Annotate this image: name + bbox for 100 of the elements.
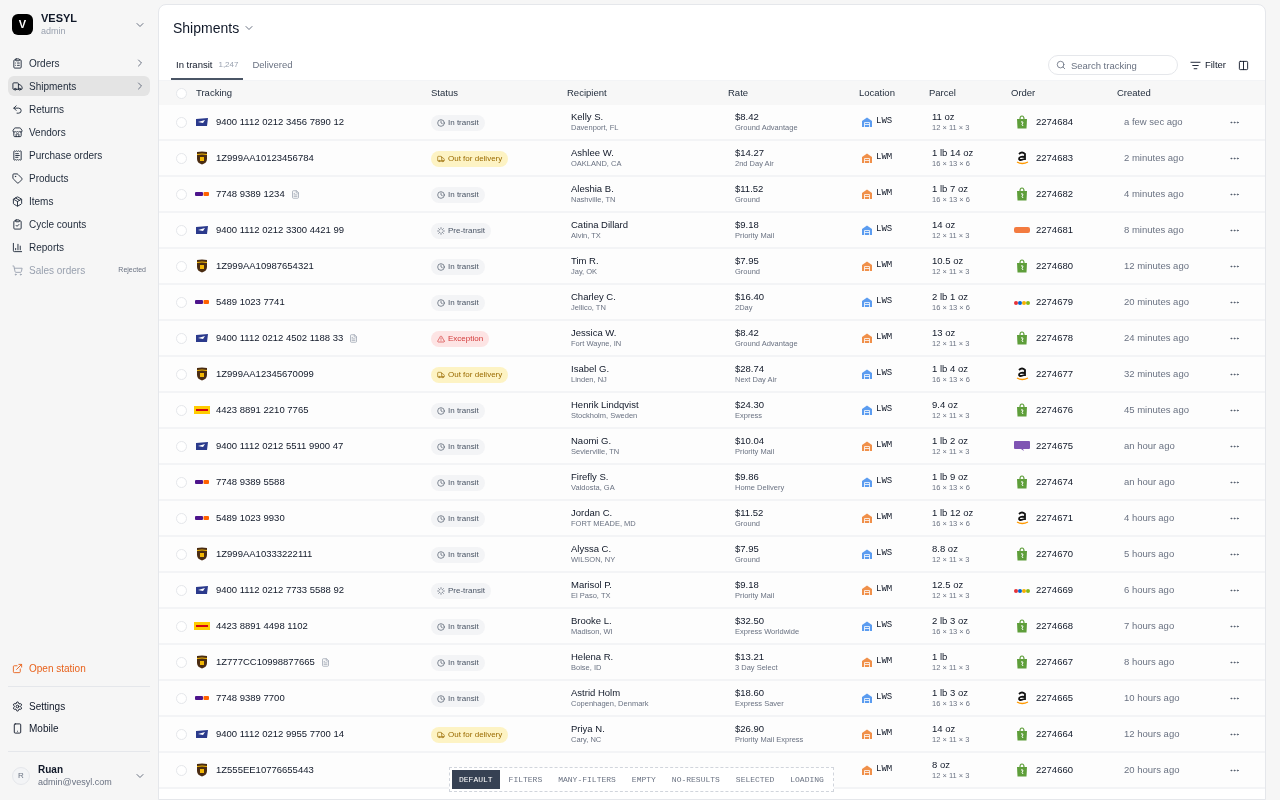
state-option[interactable]: FILTERS bbox=[501, 770, 550, 789]
tracking-number[interactable]: 9400 1112 0212 9955 7700 14 bbox=[216, 726, 345, 742]
row-checkbox[interactable] bbox=[175, 512, 187, 524]
state-option[interactable]: LOADING bbox=[783, 770, 831, 789]
nav-item[interactable]: Orders bbox=[8, 53, 150, 73]
tracking-number[interactable]: 1Z999AA10987654321 bbox=[216, 258, 314, 274]
row-checkbox[interactable] bbox=[175, 728, 187, 740]
row-checkbox[interactable] bbox=[175, 188, 187, 200]
tracking-number[interactable]: 4423 8891 2210 7765 bbox=[216, 402, 309, 418]
order-number[interactable]: 2274677 bbox=[1036, 366, 1073, 382]
row-checkbox[interactable] bbox=[175, 116, 187, 128]
row-checkbox[interactable] bbox=[175, 332, 187, 344]
order-number[interactable]: 2274671 bbox=[1036, 510, 1073, 526]
nav-item[interactable]: Settings bbox=[8, 695, 150, 718]
rate-amount: $13.21 bbox=[735, 651, 766, 664]
tracking-number[interactable]: 1Z999AA12345670099 bbox=[216, 366, 314, 382]
row-checkbox[interactable] bbox=[175, 476, 187, 488]
row-checkbox[interactable] bbox=[175, 368, 187, 380]
tracking-number[interactable]: 5489 1023 7741 bbox=[216, 294, 285, 310]
columns-icon[interactable] bbox=[1238, 59, 1249, 71]
location-code: LWM bbox=[876, 511, 893, 525]
order-number[interactable]: 2274668 bbox=[1036, 618, 1073, 634]
order-number[interactable]: 2274678 bbox=[1036, 330, 1073, 346]
row-checkbox[interactable] bbox=[175, 404, 187, 416]
tracking-number[interactable]: 4423 8891 4498 1102 bbox=[216, 618, 308, 634]
state-option[interactable]: NO-RESULTS bbox=[664, 770, 727, 789]
tracking-number[interactable]: 1Z999AA10123456784 bbox=[216, 150, 314, 166]
rate-amount: $26.90 bbox=[735, 723, 766, 736]
document-icon[interactable] bbox=[320, 657, 330, 667]
nav-item[interactable]: Returns bbox=[8, 99, 150, 119]
order-number[interactable]: 2274682 bbox=[1036, 186, 1073, 202]
tracking-number[interactable]: 1Z555EE10776655443 bbox=[216, 762, 314, 778]
parcel-weight: 14 oz bbox=[932, 219, 957, 232]
order-number[interactable]: 2274681 bbox=[1036, 222, 1073, 238]
row-checkbox[interactable] bbox=[175, 548, 187, 560]
shield-logo-icon bbox=[196, 151, 208, 165]
row-checkbox[interactable] bbox=[175, 692, 187, 704]
tracking-number[interactable]: 5489 1023 9930 bbox=[216, 510, 285, 526]
order-number[interactable]: 2274669 bbox=[1036, 582, 1073, 598]
tracking-number[interactable]: 9400 1112 0212 4502 1188 33 bbox=[216, 330, 344, 346]
tracking-number[interactable]: 9400 1112 0212 3456 7890 12 bbox=[216, 114, 345, 130]
state-option[interactable]: DEFAULT bbox=[452, 770, 500, 789]
shopping-bag-icon bbox=[1016, 187, 1028, 201]
order-number[interactable]: 2274683 bbox=[1036, 150, 1073, 166]
document-icon[interactable] bbox=[290, 189, 300, 199]
state-option[interactable]: SELECTED bbox=[728, 770, 782, 789]
order-number[interactable]: 2274665 bbox=[1036, 690, 1073, 706]
nav-item[interactable]: Mobile bbox=[8, 717, 150, 740]
document-icon[interactable] bbox=[349, 333, 359, 343]
tracking-number[interactable]: 9400 1112 0212 3300 4421 99 bbox=[216, 222, 345, 238]
carrier-logo-icon bbox=[195, 515, 209, 521]
row-checkbox[interactable] bbox=[175, 224, 187, 236]
nav-item[interactable]: Items bbox=[8, 191, 150, 211]
location-code: LWS bbox=[876, 403, 893, 417]
state-option[interactable]: MANY-FILTERS bbox=[551, 770, 623, 789]
nav-item[interactable]: Purchase orders bbox=[8, 145, 150, 165]
row-checkbox[interactable] bbox=[175, 152, 187, 164]
tracking-number[interactable]: 7748 9389 5588 bbox=[216, 474, 285, 490]
order-number[interactable]: 2274674 bbox=[1036, 474, 1073, 490]
order-number[interactable]: 2274670 bbox=[1036, 546, 1073, 562]
tracking-number[interactable]: 1Z777CC10998877665 bbox=[216, 654, 315, 670]
row-checkbox[interactable] bbox=[175, 620, 187, 632]
nav-item[interactable]: Cycle counts bbox=[8, 214, 150, 234]
row-checkbox[interactable] bbox=[175, 296, 187, 308]
nav-item[interactable]: Shipments bbox=[8, 76, 150, 96]
shield-logo-icon bbox=[196, 367, 208, 381]
select-all-checkbox[interactable] bbox=[175, 87, 187, 99]
status-badge: Out for delivery bbox=[431, 727, 509, 743]
order-number[interactable]: 2274660 bbox=[1036, 762, 1073, 778]
row-checkbox[interactable] bbox=[175, 764, 187, 776]
recipient-name: Kelly S. bbox=[571, 111, 605, 124]
nav-item[interactable]: Vendors bbox=[8, 122, 150, 142]
parcel-weight: 8 oz bbox=[932, 759, 951, 772]
row-checkbox[interactable] bbox=[175, 440, 187, 452]
state-option[interactable]: EMPTY bbox=[624, 770, 663, 789]
order-number[interactable]: 2274679 bbox=[1036, 294, 1073, 310]
order-number[interactable]: 2274680 bbox=[1036, 258, 1073, 274]
location-code: LWM bbox=[876, 187, 893, 201]
tab[interactable]: Delivered bbox=[247, 57, 298, 80]
nav-item[interactable]: Reports bbox=[8, 237, 150, 257]
row-checkbox[interactable] bbox=[175, 260, 187, 272]
parcel-weight: 14 oz bbox=[932, 723, 957, 736]
tracking-number[interactable]: 1Z999AA10333222111 bbox=[216, 546, 313, 562]
order-number[interactable]: 2274684 bbox=[1036, 114, 1073, 130]
filter-button[interactable]: Filter bbox=[1189, 57, 1226, 73]
order-number[interactable]: 2274667 bbox=[1036, 654, 1073, 670]
recipient-name: Brooke L. bbox=[571, 615, 613, 628]
tracking-number[interactable]: 9400 1112 0212 5511 9900 47 bbox=[216, 438, 344, 454]
order-number[interactable]: 2274676 bbox=[1036, 402, 1073, 418]
tracking-number[interactable]: 7748 9389 1234 bbox=[216, 186, 285, 202]
row-checkbox[interactable] bbox=[175, 584, 187, 596]
tracking-number[interactable]: 7748 9389 7700 bbox=[216, 690, 285, 706]
location-code: LWM bbox=[876, 655, 893, 669]
order-number[interactable]: 2274675 bbox=[1036, 438, 1073, 454]
tracking-number[interactable]: 9400 1112 0212 7733 5588 92 bbox=[216, 582, 345, 598]
row-checkbox[interactable] bbox=[175, 656, 187, 668]
parcel-weight: 1 lb 2 oz bbox=[932, 435, 969, 448]
order-number[interactable]: 2274664 bbox=[1036, 726, 1073, 742]
nav-item[interactable]: Products bbox=[8, 168, 150, 188]
search-field[interactable]: Search tracking bbox=[1047, 55, 1178, 75]
